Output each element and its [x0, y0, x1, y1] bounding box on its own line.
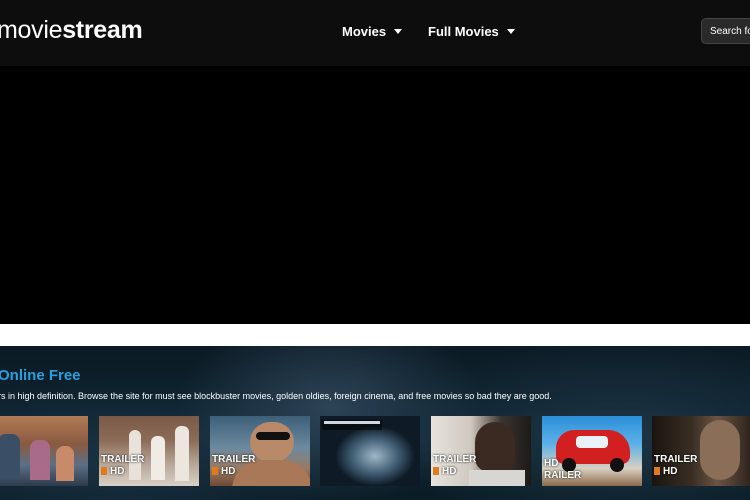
thumbnail-badge: TRAILER HD	[654, 454, 698, 477]
video-player[interactable]	[0, 66, 750, 324]
nav-full-movies-dropdown[interactable]: Full Movies	[428, 24, 515, 39]
caret-down-icon	[394, 29, 403, 34]
thumbnail-row: TRAILER HD TRAILER HD TRAILER HD HD RAIL…	[0, 416, 750, 486]
movie-thumbnail-4[interactable]	[320, 416, 420, 486]
logo-text-light: movie	[0, 16, 63, 44]
logo-text-bold: stream	[62, 16, 143, 44]
thumbnail-badge: TRAILER HD	[433, 454, 477, 477]
movie-thumbnail-1[interactable]	[0, 416, 88, 486]
site-logo[interactable]: moviestream	[0, 15, 143, 45]
section-description: rs in high definition. Browse the site f…	[0, 391, 552, 401]
caret-down-icon	[506, 29, 515, 34]
movie-thumbnail-3[interactable]: TRAILER HD	[210, 416, 310, 486]
movie-thumbnail-2[interactable]: TRAILER HD	[99, 416, 199, 486]
thumbnail-badge: TRAILER HD	[212, 454, 256, 477]
movie-thumbnail-5[interactable]: TRAILER HD	[431, 416, 531, 486]
nav-movies-label: Movies	[342, 24, 387, 39]
movie-thumbnail-7[interactable]: TRAILER HD	[652, 416, 750, 486]
player-bottom-bar	[0, 324, 750, 346]
site-header: moviestream Movies Full Movies	[0, 0, 750, 66]
nav-movies-dropdown[interactable]: Movies	[342, 24, 403, 39]
movie-thumbnail-6[interactable]: HD RAILER	[542, 416, 642, 486]
thumbnail-badge: HD RAILER	[544, 458, 582, 481]
featured-section: Online Free rs in high definition. Brows…	[0, 346, 750, 500]
section-title: Online Free	[0, 367, 81, 384]
search-input[interactable]	[701, 18, 750, 44]
thumbnail-badge: TRAILER HD	[101, 454, 145, 477]
nav-full-movies-label: Full Movies	[428, 24, 499, 39]
